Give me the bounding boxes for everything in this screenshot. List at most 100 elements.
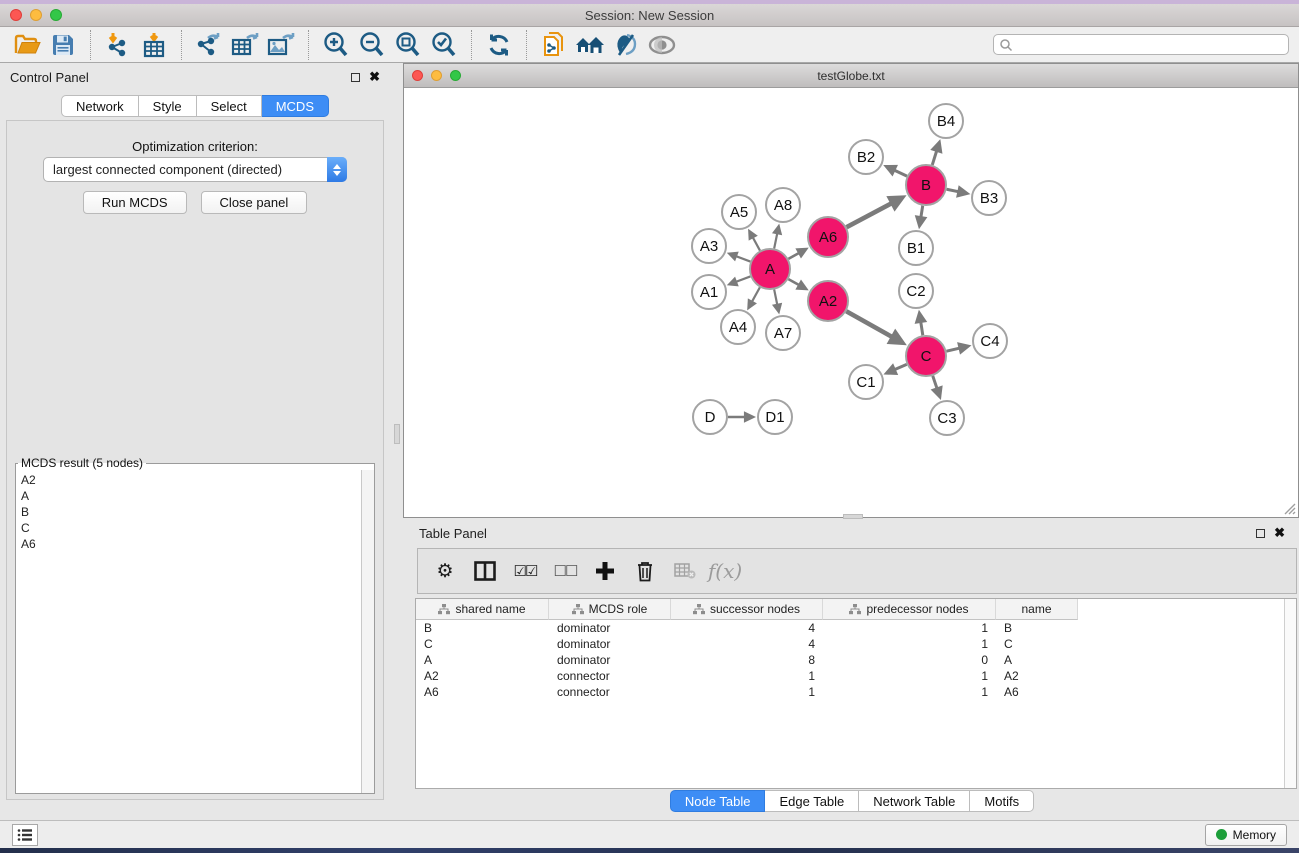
float-panel-icon[interactable]: [351, 73, 360, 82]
import-table-icon[interactable]: [136, 30, 172, 60]
graph-node-A[interactable]: A: [750, 249, 790, 289]
table-row[interactable]: Adominator80A: [416, 652, 1296, 668]
graph-node-B4[interactable]: B4: [929, 104, 963, 138]
open-session-icon[interactable]: [9, 30, 45, 60]
column-header-name[interactable]: name: [996, 599, 1078, 620]
show-columns-icon[interactable]: [468, 553, 502, 589]
column-header-shared-name[interactable]: shared name: [416, 599, 549, 620]
table-row[interactable]: Cdominator41C: [416, 636, 1296, 652]
table-panel: Table Panel ✖ ⚙ ☑☑ ☐☐ f(x) shared nameMC…: [405, 520, 1299, 816]
zoom-out-icon[interactable]: [354, 30, 390, 60]
search-field[interactable]: [993, 34, 1289, 55]
graph-node-A6[interactable]: A6: [808, 217, 848, 257]
graph-node-B2[interactable]: B2: [849, 140, 883, 174]
svg-text:A2: A2: [819, 293, 837, 310]
export-image-icon[interactable]: [263, 30, 299, 60]
graph-node-A2[interactable]: A2: [808, 281, 848, 321]
graph-node-B1[interactable]: B1: [899, 231, 933, 265]
svg-text:C3: C3: [937, 410, 956, 427]
arrowhead-A-A8: [772, 224, 782, 236]
delete-table-icon[interactable]: [668, 553, 702, 589]
zoom-selected-icon[interactable]: [426, 30, 462, 60]
result-item[interactable]: A6: [21, 536, 360, 552]
float-table-panel-icon[interactable]: [1256, 529, 1265, 538]
select-all-icon[interactable]: ☑☑: [508, 553, 542, 589]
table-row[interactable]: A6connector11A6: [416, 684, 1296, 700]
result-list-scrollbar[interactable]: [361, 470, 374, 793]
graph-node-D[interactable]: D: [693, 400, 727, 434]
column-header-predecessor-nodes[interactable]: predecessor nodes: [823, 599, 996, 620]
criterion-dropdown[interactable]: largest connected component (directed): [43, 157, 347, 182]
hide-style-icon[interactable]: [608, 30, 644, 60]
graph-node-A1[interactable]: A1: [692, 275, 726, 309]
graph-node-A8[interactable]: A8: [766, 188, 800, 222]
graph-node-C1[interactable]: C1: [849, 365, 883, 399]
graph-node-A5[interactable]: A5: [722, 195, 756, 229]
refresh-view-icon[interactable]: [481, 30, 517, 60]
table-row[interactable]: A2connector11A2: [416, 668, 1296, 684]
table-settings-gear-icon[interactable]: ⚙: [428, 553, 462, 589]
graph-node-A4[interactable]: A4: [721, 310, 755, 344]
memory-button[interactable]: Memory: [1205, 824, 1287, 846]
network-file-icon[interactable]: [536, 30, 572, 60]
mcds-result-list[interactable]: A2ABCA6: [17, 470, 360, 792]
svg-text:B1: B1: [907, 240, 925, 257]
export-network-icon[interactable]: [191, 30, 227, 60]
graph-node-B3[interactable]: B3: [972, 181, 1006, 215]
horizontal-split-handle[interactable]: [843, 514, 863, 519]
import-network-icon[interactable]: [100, 30, 136, 60]
zoom-in-icon[interactable]: [318, 30, 354, 60]
tab-mcds[interactable]: MCDS: [262, 95, 329, 117]
graph-node-D1[interactable]: D1: [758, 400, 792, 434]
network-window-titlebar[interactable]: testGlobe.txt: [404, 64, 1298, 88]
svg-text:A: A: [765, 261, 775, 278]
close-panel-button[interactable]: Close panel: [201, 191, 308, 214]
result-item[interactable]: B: [21, 504, 360, 520]
run-mcds-button[interactable]: Run MCDS: [83, 191, 187, 214]
graph-node-C2[interactable]: C2: [899, 274, 933, 308]
column-header-MCDS-role[interactable]: MCDS role: [549, 599, 671, 620]
home-icon[interactable]: [572, 30, 608, 60]
cell-name: C: [996, 637, 1078, 651]
graph-node-A7[interactable]: A7: [766, 316, 800, 350]
tab-style[interactable]: Style: [139, 95, 197, 117]
cell-shared-name: A: [416, 653, 549, 667]
resize-grip-icon[interactable]: [1282, 501, 1296, 515]
status-bar: Memory: [0, 820, 1299, 848]
add-column-icon[interactable]: [588, 553, 622, 589]
list-icon: [17, 828, 33, 842]
graph-node-C[interactable]: C: [906, 336, 946, 376]
table-tab-motifs[interactable]: Motifs: [970, 790, 1034, 812]
search-input[interactable]: [1013, 38, 1288, 52]
close-table-panel-icon[interactable]: ✖: [1274, 528, 1285, 538]
result-item[interactable]: C: [21, 520, 360, 536]
function-builder-icon[interactable]: f(x): [708, 553, 742, 589]
save-session-icon[interactable]: [45, 30, 81, 60]
network-canvas[interactable]: B4 B2 B B3 A5 A8A6 A3 A B1 A1 A2 C2 A4 A7 C4 C C1 C3 D D1: [404, 88, 1298, 517]
table-tab-edge-table[interactable]: Edge Table: [765, 790, 859, 812]
graph-node-C4[interactable]: C4: [973, 324, 1007, 358]
column-header-successor-nodes[interactable]: successor nodes: [671, 599, 823, 620]
network-graph[interactable]: B4 B2 B B3 A5 A8A6 A3 A B1 A1 A2 C2 A4 A7 C4 C C1 C3 D D1: [404, 88, 1298, 517]
zoom-fit-icon[interactable]: [390, 30, 426, 60]
deselect-all-icon[interactable]: ☐☐: [548, 553, 582, 589]
vertical-split-handle[interactable]: [394, 424, 400, 444]
tab-network[interactable]: Network: [61, 95, 139, 117]
show-hide-eye-icon[interactable]: [644, 30, 680, 60]
tab-select[interactable]: Select: [197, 95, 262, 117]
table-tab-node-table[interactable]: Node Table: [670, 790, 766, 812]
task-history-button[interactable]: [12, 824, 38, 846]
delete-column-trash-icon[interactable]: [628, 553, 662, 589]
edge-A6-B[interactable]: [847, 200, 897, 227]
export-table-icon[interactable]: [227, 30, 263, 60]
result-item[interactable]: A2: [21, 472, 360, 488]
graph-node-B[interactable]: B: [906, 165, 946, 205]
edge-A2-C[interactable]: [846, 311, 897, 340]
graph-node-A3[interactable]: A3: [692, 229, 726, 263]
close-panel-icon[interactable]: ✖: [369, 72, 380, 82]
table-row[interactable]: Bdominator41B: [416, 620, 1296, 636]
table-tab-network-table[interactable]: Network Table: [859, 790, 970, 812]
table-scrollbar[interactable]: [1284, 599, 1296, 788]
result-item[interactable]: A: [21, 488, 360, 504]
graph-node-C3[interactable]: C3: [930, 401, 964, 435]
